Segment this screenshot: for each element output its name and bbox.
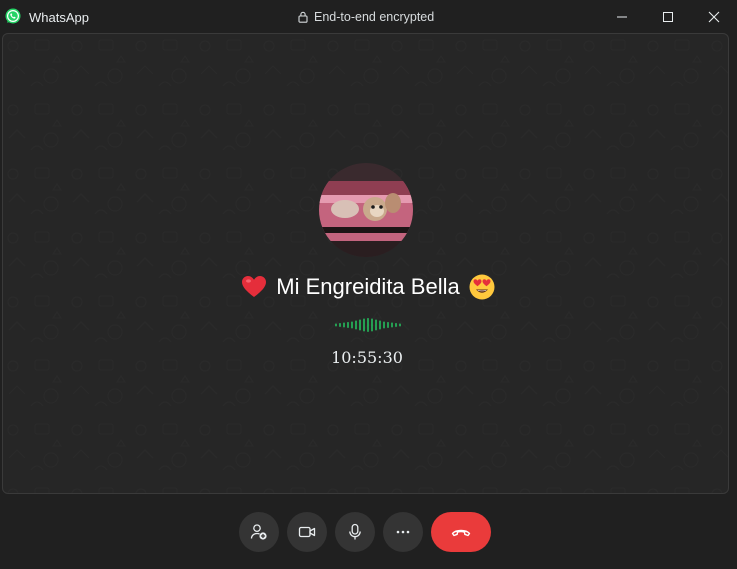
contact-name-row: Mi Engreidita Bella <box>228 272 508 302</box>
end-call-button[interactable] <box>431 512 491 552</box>
video-camera-icon <box>298 526 316 538</box>
waveform-bar <box>399 323 401 327</box>
video-button[interactable] <box>287 512 327 552</box>
waveform-bar <box>355 320 357 330</box>
waveform-bar <box>387 322 389 328</box>
close-button[interactable] <box>691 0 737 33</box>
microphone-icon <box>349 523 361 540</box>
app-title: WhatsApp <box>29 10 89 25</box>
maximize-icon <box>663 11 673 22</box>
waveform-bar <box>371 318 373 332</box>
call-controls <box>0 494 737 569</box>
waveform-bar <box>363 318 365 332</box>
minimize-icon <box>617 16 627 17</box>
waveform-bar <box>343 322 345 328</box>
more-horizontal-icon <box>396 530 410 534</box>
waveform-bar <box>339 323 341 327</box>
whatsapp-call-window: WhatsApp End-to-end encrypted Mi Engreid… <box>0 0 737 569</box>
waveform-bar <box>367 318 369 332</box>
waveform-bar <box>383 321 385 329</box>
waveform-bar <box>351 321 353 329</box>
close-icon <box>708 11 720 22</box>
encryption-label: End-to-end encrypted <box>314 10 435 24</box>
minimize-button[interactable] <box>599 0 645 33</box>
heart-eyes-face-emoji <box>469 274 495 300</box>
call-duration: 10:55:30 <box>331 348 403 367</box>
waveform-bar <box>395 323 397 327</box>
contact-name: Mi Engreidita Bella <box>276 274 460 299</box>
waveform-bar <box>391 322 393 328</box>
waveform-bar <box>359 319 361 331</box>
waveform-bar <box>379 320 381 330</box>
whatsapp-logo-icon <box>5 8 21 24</box>
contact-avatar <box>319 163 413 257</box>
maximize-button[interactable] <box>645 0 691 33</box>
add-person-icon <box>250 524 267 540</box>
title-bar: WhatsApp End-to-end encrypted <box>0 0 737 33</box>
waveform-bar <box>347 322 349 328</box>
lock-icon <box>298 11 308 23</box>
doodle-background <box>3 34 728 493</box>
call-panel: Mi Engreidita Bella 10:55:30 <box>2 33 729 494</box>
more-options-button[interactable] <box>383 512 423 552</box>
add-participant-button[interactable] <box>239 512 279 552</box>
waveform-bar <box>375 319 377 331</box>
encryption-status: End-to-end encrypted <box>298 10 434 24</box>
waveform-bar <box>335 323 337 327</box>
audio-waveform <box>335 318 401 332</box>
microphone-button[interactable] <box>335 512 375 552</box>
hang-up-icon <box>451 529 471 537</box>
red-heart-emoji <box>242 276 267 297</box>
